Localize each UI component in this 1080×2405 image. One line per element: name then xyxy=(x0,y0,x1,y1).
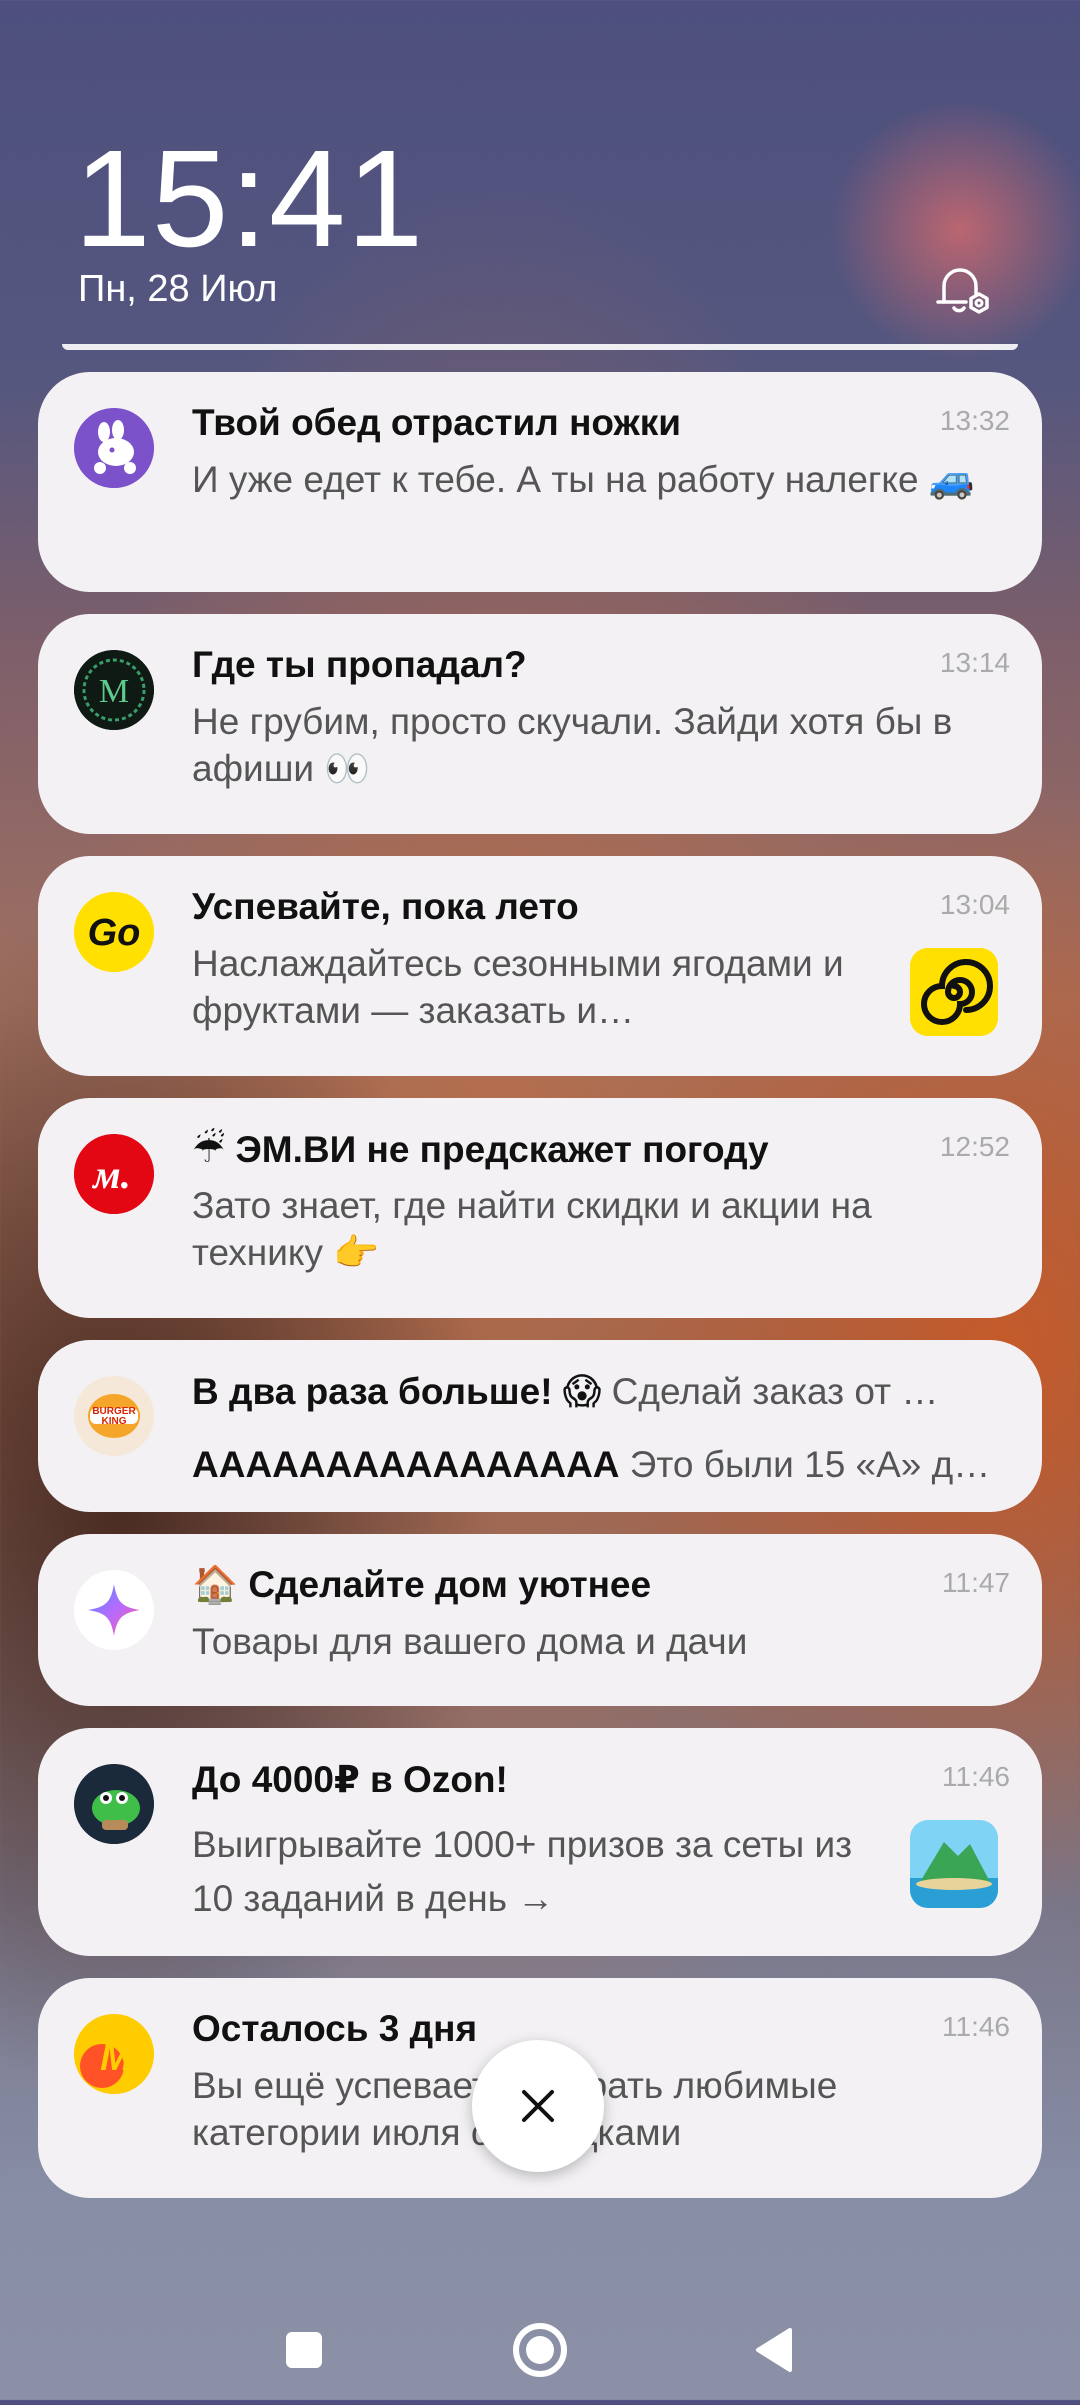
home-button[interactable] xyxy=(513,2323,567,2377)
back-button[interactable] xyxy=(756,2328,792,2372)
notification-time: 12:52 xyxy=(939,1131,1010,1162)
notification-card[interactable]: M Где ты пропадал? 13:14 Не грубим, прос… xyxy=(38,614,1042,834)
notification-title: 🏠 Сделайте дом уютнее xyxy=(192,1564,652,1605)
spiral-thumbnail-icon xyxy=(910,948,998,1036)
notification-card[interactable]: 🏠 Сделайте дом уютнее 11:47 Товары для в… xyxy=(38,1534,1042,1706)
close-icon xyxy=(522,2090,554,2122)
notification-title: Успевайте, пока лето xyxy=(192,886,579,927)
notification-title: ☔ ЭМ.ВИ не предскажет погоду xyxy=(192,1129,769,1170)
delivery-rabbit-icon xyxy=(74,408,154,488)
notification-shelf-edge xyxy=(62,344,1018,350)
notification-body: Зато знает, где найти скидки и акции на … xyxy=(192,1185,872,1273)
lockscreen-date: Пн, 28 Июл xyxy=(78,268,278,310)
yandex-market-icon: M xyxy=(74,2014,154,2094)
notification-card[interactable]: BURGER KING В два раза больше! 😱 Сделай з… xyxy=(38,1340,1042,1512)
notification-title: Твой обед отрастил ножки xyxy=(192,402,682,443)
m-green-ornament-icon: M xyxy=(74,650,154,730)
notification-card[interactable]: Твой обед отрастил ножки 13:32 И уже еде… xyxy=(38,372,1042,592)
recents-button[interactable] xyxy=(286,2332,322,2368)
notification-title-extra: Сделай заказ от … xyxy=(601,1371,939,1412)
island-thumbnail-icon xyxy=(910,1820,998,1908)
notification-time: 11:47 xyxy=(942,1567,1010,1598)
notification-card[interactable]: Go Успевайте, пока лето 13:04 Наслаждайт… xyxy=(38,856,1042,1076)
notification-body: Наслаждайтесь сезонными ягодами и фрукта… xyxy=(192,943,844,1031)
notification-time: 13:32 xyxy=(939,405,1010,436)
dinosaur-icon xyxy=(74,1764,154,1844)
lockscreen-clock: 15:41 xyxy=(74,122,425,276)
mvideo-icon: м. xyxy=(74,1134,154,1214)
svg-text:M: M xyxy=(100,2037,133,2079)
notification-title: Где ты пропадал? xyxy=(192,644,527,685)
burger-king-icon: BURGER KING xyxy=(74,1376,154,1456)
bell-settings-icon[interactable] xyxy=(930,256,996,322)
notification-time: 11:46 xyxy=(942,2011,1010,2042)
navigation-bar xyxy=(0,2300,1080,2400)
notification-body: И уже едет к тебе. А ты на работу налегк… xyxy=(192,459,975,500)
notification-body-rest: Это были 15 «А» д… xyxy=(619,1444,991,1485)
notification-card[interactable]: До 4000₽ в Ozon! 11:46 Выигрывайте 1000+… xyxy=(38,1728,1042,1956)
go-yellow-icon: Go xyxy=(74,892,154,972)
notification-body: АААААААААААААААА Это были 15 «А» д… xyxy=(192,1444,991,1485)
notification-time: 13:14 xyxy=(939,647,1010,678)
svg-text:M: M xyxy=(99,673,129,710)
notification-body: Не грубим, просто скучали. Зайди хотя бы… xyxy=(192,701,953,789)
notification-body: Выигрывайте 1000+ призов за сеты из 10 з… xyxy=(192,1824,853,1919)
notification-title: В два раза больше! 😱 Сделай заказ от … xyxy=(192,1371,939,1412)
sparkle-star-icon xyxy=(74,1570,154,1650)
notification-card[interactable]: м. ☔ ЭМ.ВИ не предскажет погоду 12:52 За… xyxy=(38,1098,1042,1318)
svg-text:м.: м. xyxy=(91,1152,130,1197)
notification-time: 13:04 xyxy=(939,889,1010,920)
svg-text:Go: Go xyxy=(88,912,141,954)
svg-text:KING: KING xyxy=(102,1416,127,1427)
notification-time: 11:46 xyxy=(942,1761,1010,1792)
clear-all-button[interactable] xyxy=(472,2040,604,2172)
notification-title: До 4000₽ в Ozon! xyxy=(192,1759,508,1800)
notification-body: Товары для вашего дома и дачи xyxy=(192,1621,748,1662)
